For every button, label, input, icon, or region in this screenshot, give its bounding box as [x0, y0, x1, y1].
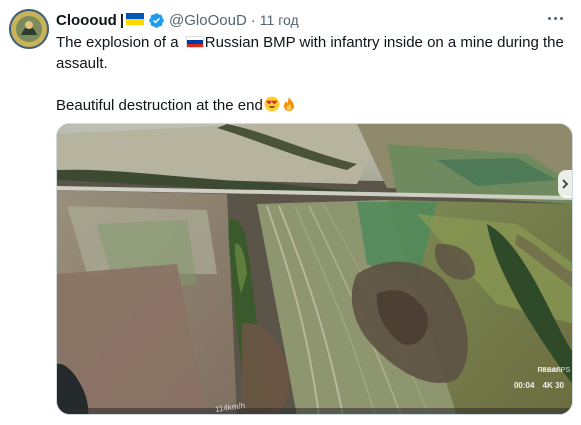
video-rec-label: RES&FPS [537, 367, 570, 374]
tweet[interactable]: Cloooud | @GloOouD · 11 год The explosio… [0, 0, 581, 425]
fire-emoji-icon [281, 96, 297, 112]
verified-badge-icon [148, 12, 165, 29]
display-name[interactable]: Cloooud [56, 12, 117, 29]
video-timestamp-value: 00:04 [513, 381, 535, 390]
name-separator: | [119, 11, 125, 29]
user-handle[interactable]: @GloOouD [169, 12, 247, 29]
video-player[interactable]: Память RES&FPS 00:04 4K 30 114km/h [56, 123, 573, 415]
chevron-right-icon[interactable] [558, 170, 572, 198]
avatar-image [9, 9, 49, 49]
tweet-text-part1: The explosion of a [56, 34, 183, 51]
video-timestamp: 00:04 4K 30 [514, 381, 564, 390]
meta-dot: · [250, 11, 256, 29]
more-dots-icon[interactable] [545, 8, 565, 28]
tweet-header: Cloooud | @GloOouD · 11 год [56, 10, 299, 30]
heart-eyes-emoji-icon [264, 96, 280, 112]
tweet-text-line2: Beautiful destruction at the end [56, 97, 263, 114]
ukraine-flag-icon [126, 13, 145, 25]
video-frame [57, 124, 572, 414]
post-time[interactable]: 11 год [260, 12, 299, 28]
russia-flag-icon [185, 36, 204, 49]
tweet-text: The explosion of a Russian BMP with infa… [56, 32, 566, 116]
video-quality: 4K 30 [542, 381, 564, 390]
avatar[interactable] [9, 9, 49, 49]
